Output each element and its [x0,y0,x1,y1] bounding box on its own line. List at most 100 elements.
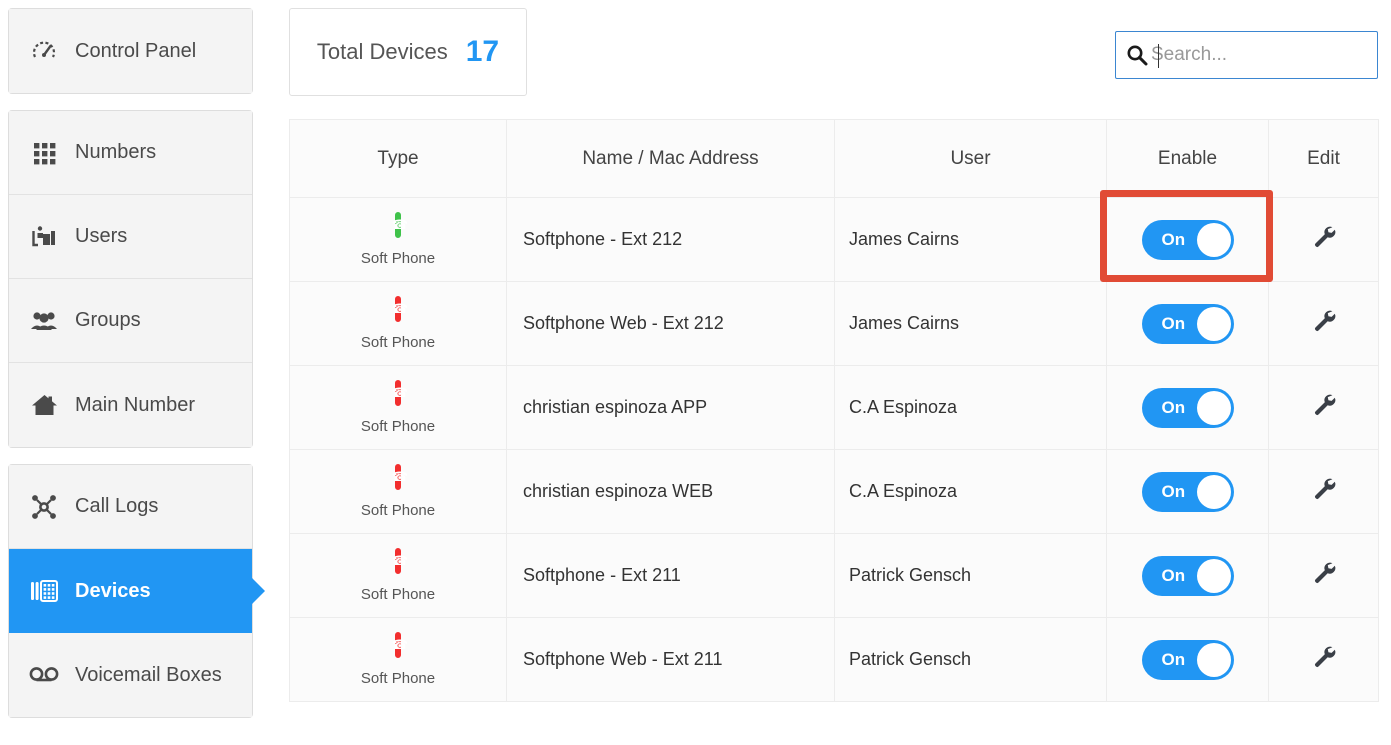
cell-user: C.A Espinoza [834,449,1107,534]
total-devices-label: Total Devices [316,39,448,64]
cell-enable: On [1106,281,1269,366]
toggle-state-label: On [1161,397,1186,417]
table-body: ☎ Soft Phone Softphone - Ext 212 James Cair… [289,197,1379,702]
enable-toggle[interactable]: On [1141,555,1234,596]
search-input[interactable] [1150,32,1391,78]
cell-type: ☎ Soft Phone [289,197,507,282]
toggle-knob [1196,306,1231,341]
sidebar-item-devices[interactable]: Devices [9,549,265,633]
cell-edit [1268,533,1379,618]
grid-dots-icon [27,138,61,168]
cell-user: James Cairns [834,281,1107,366]
type-label: Soft Phone [360,669,436,687]
sidebar-item-label: Voicemail Boxes [75,663,222,686]
sidebar-item-control-panel[interactable]: Control Panel [9,9,252,93]
cell-name-mac: Softphone Web - Ext 211 [506,617,835,702]
softphone-monitor-icon: ☎ [381,631,415,665]
toggle-state-label: On [1161,229,1186,249]
voicemail-icon [27,660,61,690]
toggle-knob [1196,222,1231,257]
toggle-state-label: On [1161,313,1186,333]
table-row: ☎ Soft Phone christian espinoza APP C.A Esp… [289,365,1379,450]
cell-type: ☎ Soft Phone [289,449,507,534]
enable-toggle[interactable]: On [1141,387,1234,428]
people-group-icon [27,306,61,336]
cell-user: C.A Espinoza [834,365,1107,450]
cell-enable: On [1106,449,1269,534]
table-header: Type Name / Mac Address User Enable Edit [289,119,1379,198]
sidebar-item-voicemail-boxes[interactable]: Voicemail Boxes [9,633,252,717]
network-nodes-icon [27,492,61,522]
cell-edit [1268,449,1379,534]
cell-user: James Cairns [834,197,1107,282]
cell-name-mac: christian espinoza WEB [506,449,835,534]
devices-table-container: Type Name / Mac Address User Enable Edit ☎ So… [289,119,1379,702]
search-box[interactable] [1115,31,1391,79]
sidebar-item-users[interactable]: Users [9,195,252,279]
sidebar-item-call-logs[interactable]: Call Logs [9,465,252,549]
wrench-icon[interactable] [1311,478,1337,506]
enable-toggle[interactable]: On [1141,471,1234,512]
cell-type: ☎ Soft Phone [289,533,507,618]
wrench-icon[interactable] [1311,310,1337,338]
sidebar: Control Panel Numbers Users Groups Main Numb… [8,8,265,734]
column-header-enable: Enable [1106,119,1269,198]
cell-type: ☎ Soft Phone [289,365,507,450]
sidebar-item-label: Users [75,225,128,247]
column-header-user: User [834,119,1107,198]
softphone-monitor-icon: ☎ [381,379,415,413]
sidebar-item-label: Groups [75,309,141,331]
sidebar-item-groups[interactable]: Groups [9,279,252,363]
total-devices-card: Total Devices 17 [289,8,527,96]
table-row: ☎ Soft Phone Softphone - Ext 212 James Cair… [289,197,1379,282]
search-icon [1126,44,1150,66]
sidebar-item-label: Devices [75,579,151,602]
table-row: ☎ Soft Phone Softphone Web - Ext 211 Patric… [289,617,1379,702]
cell-enable: On [1106,197,1269,282]
enable-toggle[interactable]: On [1141,219,1234,260]
table-row: ☎ Soft Phone christian espinoza WEB C.A Esp… [289,449,1379,534]
type-label: Soft Phone [360,417,436,435]
wrench-icon[interactable] [1311,646,1337,674]
cell-type: ☎ Soft Phone [289,617,507,702]
enable-toggle[interactable]: On [1141,303,1234,344]
devices-table: Type Name / Mac Address User Enable Edit ☎ So… [289,119,1379,702]
cell-enable: On [1106,365,1269,450]
wrench-icon[interactable] [1311,562,1337,590]
cell-edit [1268,281,1379,366]
home-icon [27,390,61,420]
cell-type: ☎ Soft Phone [289,281,507,366]
cell-name-mac: christian espinoza APP [506,365,835,450]
desk-phone-icon [27,576,61,606]
softphone-monitor-icon: ☎ [381,295,415,329]
cell-edit [1268,197,1379,282]
cell-edit [1268,617,1379,702]
wrench-icon[interactable] [1311,226,1337,254]
toggle-knob [1196,390,1231,425]
toggle-state-label: On [1161,481,1186,501]
enable-toggle[interactable]: On [1141,639,1234,680]
cell-name-mac: Softphone - Ext 211 [506,533,835,618]
sidebar-item-label: Main Number [75,393,196,416]
softphone-monitor-icon: ☎ [381,547,415,581]
cell-user: Patrick Gensch [834,617,1107,702]
table-row: ☎ Soft Phone Softphone Web - Ext 212 James … [289,281,1379,366]
column-header-type: Type [289,119,507,198]
user-desk-icon [27,222,61,252]
column-header-edit: Edit [1268,119,1379,198]
sidebar-item-main-number[interactable]: Main Number [9,363,252,447]
sidebar-item-numbers[interactable]: Numbers [9,111,252,195]
cell-name-mac: Softphone - Ext 212 [506,197,835,282]
sidebar-item-label: Numbers [75,141,157,163]
sidebar-item-label: Call Logs [75,495,159,517]
sidebar-group-0: Control Panel [8,8,253,94]
table-header-row: Type Name / Mac Address User Enable Edit [289,119,1379,198]
cell-enable: On [1106,617,1269,702]
gauge-icon [27,36,61,66]
cell-edit [1268,365,1379,450]
type-label: Soft Phone [360,585,436,603]
cell-name-mac: Softphone Web - Ext 212 [506,281,835,366]
cell-user: Patrick Gensch [834,533,1107,618]
wrench-icon[interactable] [1311,394,1337,422]
toggle-state-label: On [1161,649,1186,669]
